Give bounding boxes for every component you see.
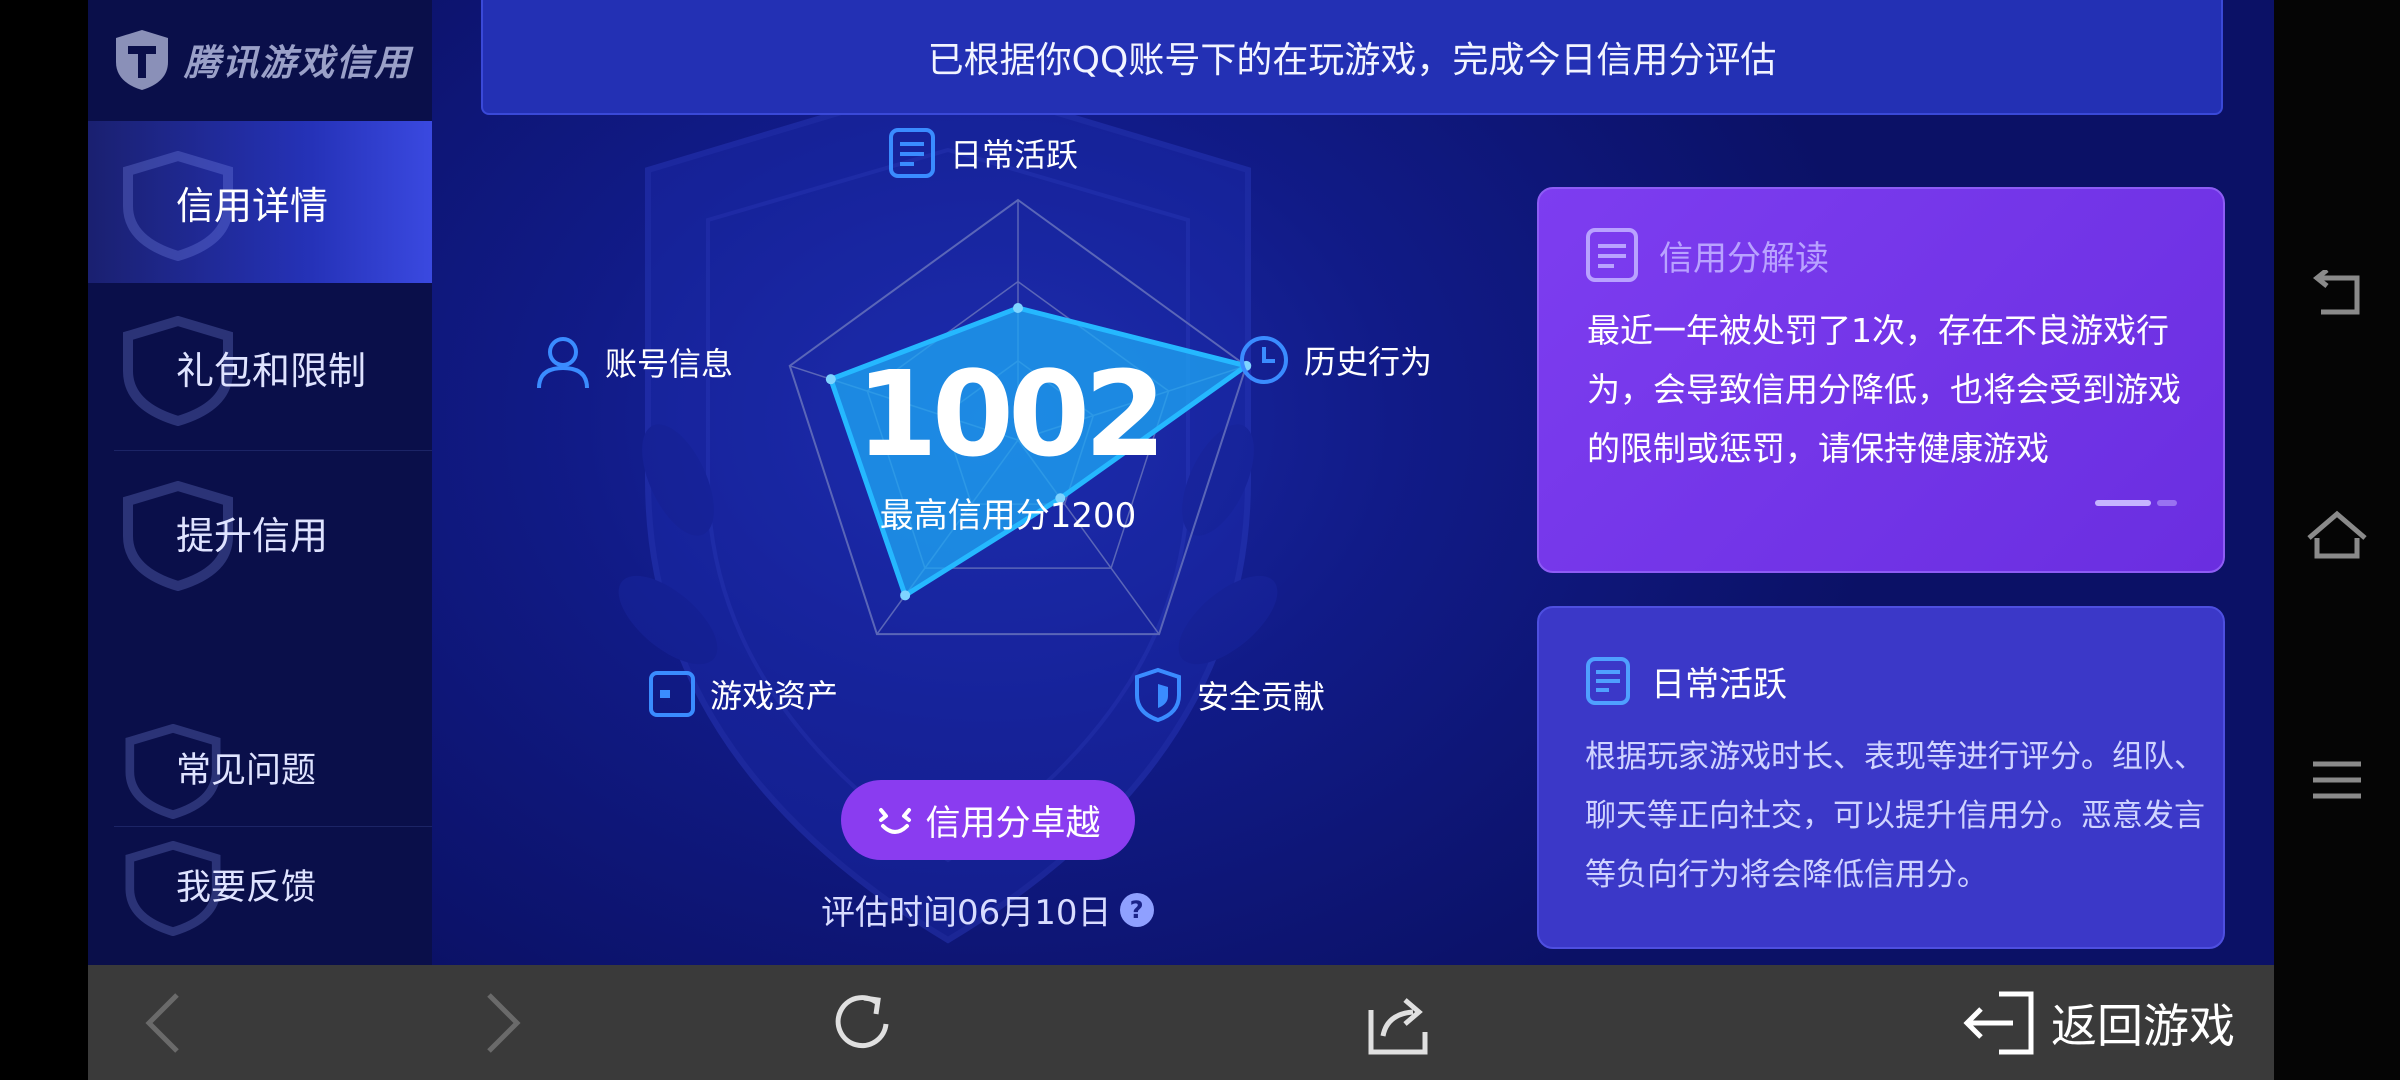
- evaluation-time-text: 评估时间06月10日: [821, 893, 1112, 933]
- user-icon: [537, 337, 589, 389]
- chevron-left-icon: [145, 992, 179, 1053]
- axis-label-text: 账号信息: [605, 345, 734, 383]
- card-title: 日常活跃: [1651, 664, 1787, 705]
- menu-icon: [2313, 761, 2361, 799]
- credit-level-label: 信用分卓越: [925, 803, 1101, 844]
- max-score-label: 最高信用分1200: [879, 496, 1137, 536]
- system-home-button[interactable]: [2274, 490, 2400, 580]
- brand-name: 腾讯游戏信用: [184, 43, 413, 84]
- forward-button[interactable]: [458, 965, 548, 1080]
- card-header: 信用分解读: [1585, 227, 1829, 283]
- carousel-indicator[interactable]: [2095, 500, 2177, 506]
- sidebar-item-label: 信用详情: [176, 183, 329, 228]
- sidebar-item-gifts-restrictions[interactable]: 礼包和限制: [88, 286, 432, 448]
- home-icon: [2307, 510, 2367, 559]
- system-navigation-bar: [2274, 0, 2400, 1080]
- sidebar-item-credit-details[interactable]: 信用详情: [88, 121, 432, 283]
- sidebar: 腾讯游戏信用 信用详情 礼包和限制 提升信用 常见问题 我要反馈: [88, 0, 432, 965]
- assessment-banner: 已根据你QQ账号下的在玩游戏，完成今日信用分评估: [481, 0, 2223, 115]
- axis-label-text: 游戏资产: [710, 677, 839, 715]
- exit-icon: [1963, 991, 2034, 1054]
- document-icon: [889, 128, 935, 178]
- credit-interpretation-card[interactable]: 信用分解读 最近一年被处罚了1次，存在不良游戏行为，会导致信用分降低，也将会受到…: [1537, 187, 2225, 573]
- brand: 腾讯游戏信用: [114, 28, 412, 92]
- daily-active-card: 日常活跃 根据玩家游戏时长、表现等进行评分。组队、聊天等正向社交，可以提升信用分…: [1537, 606, 2225, 949]
- card-header: 日常活跃: [1585, 656, 1787, 706]
- smile-icon: [879, 808, 912, 834]
- browser-bottom-bar: 返回游戏: [88, 965, 2274, 1080]
- chevron-right-icon: [487, 992, 521, 1053]
- card-body: 根据玩家游戏时长、表现等进行评分。组队、聊天等正向社交，可以提升信用分。恶意发言…: [1585, 739, 2205, 893]
- credit-level-button[interactable]: 信用分卓越: [841, 780, 1135, 860]
- sidebar-item-label: 常见问题: [176, 751, 317, 791]
- carousel-dot: [2157, 500, 2177, 506]
- shield-icon: [1135, 667, 1181, 723]
- radar-point: [900, 590, 911, 601]
- sidebar-item-label: 提升信用: [176, 513, 329, 558]
- card-title: 信用分解读: [1659, 238, 1829, 279]
- refresh-button[interactable]: [803, 965, 923, 1080]
- system-back-button[interactable]: [2274, 250, 2400, 340]
- axis-daily-active[interactable]: 日常活跃: [888, 127, 1078, 179]
- axis-account-info[interactable]: 账号信息: [535, 334, 733, 390]
- document-icon: [1586, 228, 1638, 282]
- share-icon: [1368, 997, 1428, 1054]
- evaluation-time: 评估时间06月10日 ?: [821, 885, 1154, 934]
- wallet-icon: [649, 671, 695, 717]
- sidebar-item-label: 礼包和限制: [176, 348, 367, 393]
- tencent-games-shield-icon: [116, 30, 168, 90]
- axis-label-text: 历史行为: [1304, 343, 1433, 381]
- app-area: 腾讯游戏信用 信用详情 礼包和限制 提升信用 常见问题 我要反馈 已根据你QQ账…: [88, 0, 2274, 965]
- return-to-game-button[interactable]: 返回游戏: [1948, 965, 2248, 1080]
- sidebar-item-label: 我要反馈: [176, 868, 317, 908]
- system-menu-button[interactable]: [2274, 735, 2400, 825]
- help-icon[interactable]: ?: [1119, 892, 1154, 927]
- back-arrow-icon: [2312, 270, 2360, 315]
- axis-history[interactable]: 历史行为: [1238, 334, 1432, 386]
- refresh-icon: [835, 994, 889, 1048]
- radar-point: [1013, 303, 1023, 313]
- carousel-dot-active: [2095, 500, 2151, 506]
- left-edge: [0, 0, 88, 1080]
- sidebar-item-improve-credit[interactable]: 提升信用: [88, 451, 432, 613]
- clock-icon: [1240, 336, 1288, 384]
- credit-score: 1002: [855, 345, 1166, 483]
- axis-game-assets[interactable]: 游戏资产: [648, 670, 838, 718]
- back-button[interactable]: [118, 965, 208, 1080]
- axis-security[interactable]: 安全贡献: [1133, 667, 1325, 723]
- card-body: 最近一年被处罚了1次，存在不良游戏行为，会导致信用分降低，也将会受到游戏的限制或…: [1587, 311, 2181, 468]
- return-to-game-label: 返回游戏: [2051, 998, 2235, 1053]
- sidebar-item-feedback[interactable]: 我要反馈: [88, 827, 432, 942]
- sidebar-item-faq[interactable]: 常见问题: [88, 710, 432, 825]
- axis-label-text: 安全贡献: [1197, 678, 1326, 716]
- share-button[interactable]: [1338, 965, 1458, 1080]
- document-icon: [1586, 657, 1630, 705]
- axis-label-text: 日常活跃: [950, 136, 1079, 174]
